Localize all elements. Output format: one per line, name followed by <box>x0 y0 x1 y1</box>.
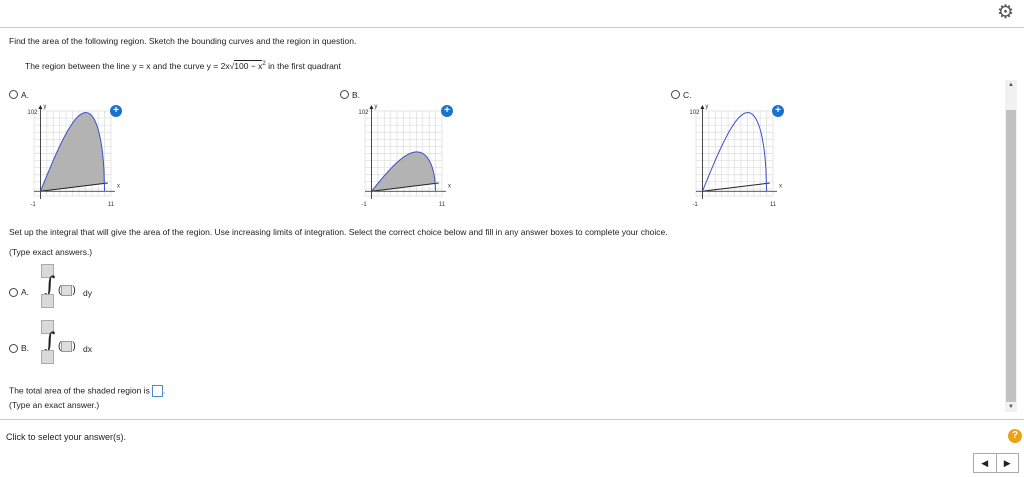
integrand-input[interactable] <box>61 341 73 352</box>
radio-button[interactable] <box>9 288 18 298</box>
region-text-prefix: The region between the line y = x and th… <box>25 61 230 71</box>
tick-label-ymax: 102 <box>689 110 700 116</box>
differential-dy: dy <box>83 288 92 298</box>
option-label: A. <box>21 287 30 297</box>
shaded-region <box>371 151 436 192</box>
integral-option-a[interactable]: A. <box>9 287 30 298</box>
x-axis-label: x <box>448 183 451 189</box>
scroll-up-icon[interactable]: ▲ <box>1008 82 1014 88</box>
zoom-icon[interactable]: + <box>441 105 453 117</box>
radio-button[interactable] <box>9 90 18 100</box>
region-description: The region between the line y = x and th… <box>25 60 341 71</box>
tick-label-ymax: 102 <box>358 110 369 116</box>
radicand-exponent: 2 <box>262 61 266 68</box>
line-y-equals-x <box>702 182 770 192</box>
graph-c: 102 -1 11 x y <box>689 104 782 208</box>
tick-label-xmin: -1 <box>692 202 698 208</box>
x-axis-label: x <box>779 183 782 189</box>
next-button[interactable]: ▶ <box>997 454 1019 472</box>
tick-label-xmin: -1 <box>361 202 367 208</box>
previous-button[interactable]: ◀ <box>974 454 997 472</box>
differential-dx: dx <box>83 344 92 354</box>
type-exact-answer-hint: (Type an exact answer.) <box>9 400 100 410</box>
total-area-input[interactable] <box>151 385 163 397</box>
total-area-label: The total area of the shaded region is <box>9 385 150 396</box>
type-exact-hint: (Type exact answers.) <box>9 247 93 257</box>
graph-option-a[interactable]: A. <box>9 89 29 100</box>
click-instruction: Click to select your answer(s). <box>6 432 127 442</box>
y-axis-label: y <box>374 104 377 110</box>
footer-bar: Click to select your answer(s). ? ◀ ▶ <box>0 419 1024 477</box>
vertical-scrollbar[interactable]: ▲ ▼ <box>1005 80 1017 412</box>
total-area-line: The total area of the shaded region is. <box>9 385 165 397</box>
shaded-region <box>40 112 105 192</box>
tick-label-xmax: 11 <box>439 202 446 208</box>
tick-label-xmin: -1 <box>30 202 36 208</box>
setup-instructions: Set up the integral that will give the a… <box>9 227 668 237</box>
y-axis-label: y <box>705 104 708 110</box>
zoom-icon[interactable]: + <box>110 105 122 117</box>
x-axis-label: x <box>117 183 120 189</box>
gear-icon[interactable]: ⚙ <box>997 3 1014 23</box>
integral-option-b[interactable]: B. <box>9 343 30 354</box>
tick-label-ymax: 102 <box>27 110 38 116</box>
option-label: C. <box>683 89 692 100</box>
integrand-group: () <box>58 341 76 353</box>
option-label: A. <box>21 89 30 100</box>
tick-label-xmax: 11 <box>108 202 115 208</box>
y-axis-label: y <box>43 104 46 110</box>
lower-limit-input[interactable] <box>41 350 54 364</box>
lower-limit-input[interactable] <box>41 294 54 308</box>
graph-option-c[interactable]: C. <box>671 89 692 100</box>
radicand: 100 − x <box>234 60 263 71</box>
question-content: Find the area of the following region. S… <box>0 28 1005 418</box>
question-prompt: Find the area of the following region. S… <box>9 36 357 46</box>
integrand-group: () <box>58 285 76 297</box>
help-icon[interactable]: ? <box>1008 429 1022 443</box>
integrand-input[interactable] <box>61 285 73 296</box>
navigation-buttons: ◀ ▶ <box>973 453 1019 473</box>
y-axis-arrow <box>369 105 374 109</box>
scroll-down-icon[interactable]: ▼ <box>1008 404 1014 410</box>
option-label: B. <box>352 89 361 100</box>
option-label: B. <box>21 343 30 353</box>
zoom-icon[interactable]: + <box>772 105 784 117</box>
graph-b: 102 -1 11 x y <box>358 104 451 208</box>
y-axis-arrow <box>38 105 43 109</box>
scrollbar-thumb[interactable] <box>1006 110 1016 402</box>
tick-label-xmax: 11 <box>770 202 777 208</box>
radio-button[interactable] <box>9 344 18 354</box>
region-text-suffix: in the first quadrant <box>268 61 341 71</box>
radio-button[interactable] <box>671 90 680 100</box>
radio-button[interactable] <box>340 90 349 100</box>
y-axis-arrow <box>700 105 705 109</box>
top-bar: ⚙ <box>0 0 1024 28</box>
total-area-period: . <box>162 385 166 396</box>
graph-option-b[interactable]: B. <box>340 89 360 100</box>
graph-a: 102 -1 11 x y <box>27 104 120 208</box>
